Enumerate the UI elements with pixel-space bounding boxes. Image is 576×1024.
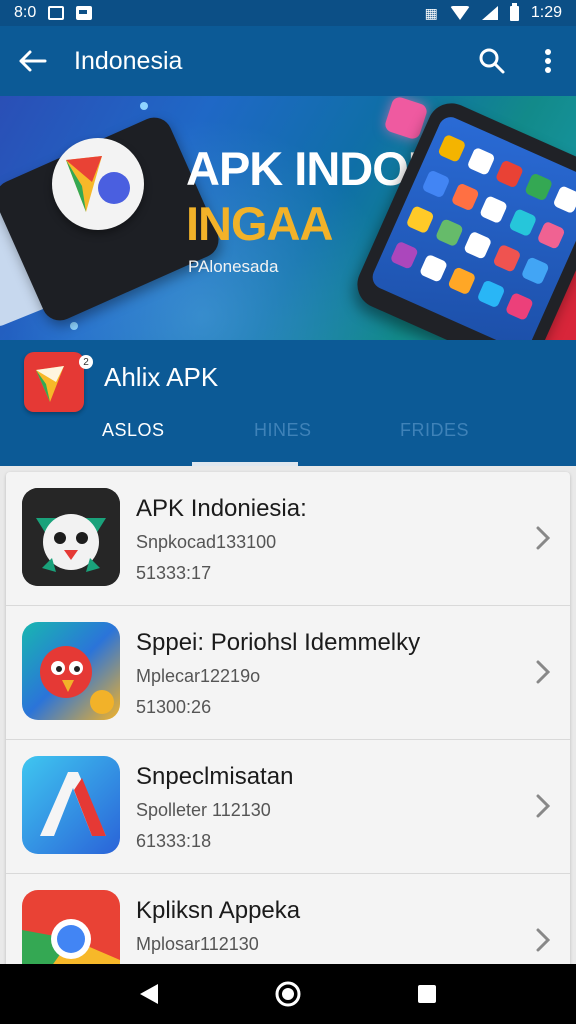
decor-dot (70, 322, 78, 330)
app-meta: Snpkocad133100 (136, 532, 277, 552)
app-tile (495, 159, 525, 189)
more-vert-icon (545, 49, 551, 73)
app-meta: 51333:17 (136, 563, 212, 583)
nav-back-icon (140, 984, 159, 1004)
tab-indicator (192, 462, 298, 466)
app-tile (523, 172, 553, 202)
app-title: Snpeclmisatan (136, 763, 294, 790)
tab-bar: ASLOS HINES FRIDES (0, 410, 576, 466)
app-tile (479, 195, 509, 225)
app-meta: 61333:18 (136, 831, 212, 851)
app-tile (552, 185, 576, 215)
app-tile (450, 182, 480, 212)
app-meta: 51300:26 (136, 697, 212, 717)
play-logo-icon (52, 138, 144, 230)
app-title: Sppei: Poriohsl Idemmelky (136, 629, 421, 656)
letter-a-icon (22, 756, 120, 854)
app-tile (389, 240, 419, 270)
list-item[interactable]: Kpliksn Appeka Mplosar112130 (6, 874, 570, 972)
red-bird-icon (22, 622, 120, 720)
nav-recents-button[interactable] (397, 964, 457, 1024)
status-bar: 8:0 ▦ 1:29 (0, 0, 576, 26)
app-bar: Indonesia (0, 26, 576, 96)
list-item[interactable]: Snpeclmisatan Spolleter 112130 61333:18 (6, 740, 570, 874)
app-tile (421, 169, 451, 199)
promo-banner[interactable]: APK INDONSA INGAA PAlonesada (0, 96, 576, 340)
app-meta: Spolleter 112130 (136, 800, 271, 820)
notification-icon (48, 6, 65, 20)
store-name: Ahlix APK (104, 362, 219, 392)
app-tile (466, 146, 496, 176)
tab-aslos[interactable]: ASLOS (102, 420, 165, 441)
status-time: 8:0 (14, 4, 37, 21)
app-title: APK Indoniesia: (136, 495, 307, 522)
app-title: Kpliksn Appeka (136, 897, 301, 924)
chevron-right-icon (536, 794, 550, 818)
app-meta: Mplecar12219o (136, 666, 261, 686)
back-button[interactable] (0, 26, 64, 96)
app-tile (437, 133, 467, 163)
status-left: 8:0 (14, 4, 93, 22)
chevron-right-icon (536, 660, 550, 684)
chevron-right-icon (536, 526, 550, 550)
cartoon-bird-icon (22, 488, 120, 586)
back-arrow-icon (19, 50, 47, 72)
app-tile (434, 217, 464, 247)
app-tile (405, 205, 435, 235)
store-header: 2 Ahlix APK ASLOS HINES FRIDES (0, 340, 576, 466)
signal-icon (481, 6, 498, 20)
nav-home-button[interactable] (258, 964, 318, 1024)
app-tile (536, 220, 566, 250)
tab-hines[interactable]: HINES (254, 420, 312, 441)
search-button[interactable] (464, 26, 520, 96)
image-notification-icon (76, 6, 93, 20)
decor-dot (140, 102, 148, 110)
status-right: ▦ 1:29 (424, 2, 562, 22)
app-tile (418, 253, 448, 283)
nav-home-icon (275, 981, 301, 1007)
nav-recents-icon (417, 985, 436, 1003)
chevron-right-icon (536, 928, 550, 952)
chrome-icon (22, 890, 120, 972)
banner-subtitle: PAlonesada (188, 257, 279, 276)
app-tile (508, 208, 538, 238)
app-list: APK Indoniesia: Snpkocad133100 51333:17 (6, 472, 570, 972)
battery-icon (509, 2, 519, 21)
page-title: Indonesia (74, 46, 183, 75)
app-tile (492, 243, 522, 273)
banner-title-line2: INGAA (186, 197, 333, 250)
more-options-button[interactable] (520, 26, 576, 96)
list-item[interactable]: Sppei: Poriohsl Idemmelky Mplecar12219o … (6, 606, 570, 740)
search-icon (479, 48, 505, 74)
tab-frides[interactable]: FRIDES (400, 420, 469, 441)
wifi-icon (449, 6, 470, 20)
app-tile (463, 230, 493, 260)
app-meta: Mplosar112130 (136, 934, 259, 954)
app-tile (447, 266, 477, 296)
app-tile (476, 279, 506, 309)
list-item[interactable]: APK Indoniesia: Snpkocad133100 51333:17 (6, 472, 570, 606)
vibrate-icon: ▦ (424, 4, 438, 21)
system-nav-bar (0, 964, 576, 1024)
screen: 8:0 ▦ 1:29 Indonesia APK INDONSA INGAA P… (0, 0, 576, 1024)
store-badge: 2 (79, 355, 93, 369)
store-logo-icon (24, 352, 84, 412)
clock: 1:29 (530, 4, 562, 21)
nav-back-button[interactable] (119, 964, 179, 1024)
app-tile (505, 292, 535, 322)
app-tile (521, 256, 551, 286)
